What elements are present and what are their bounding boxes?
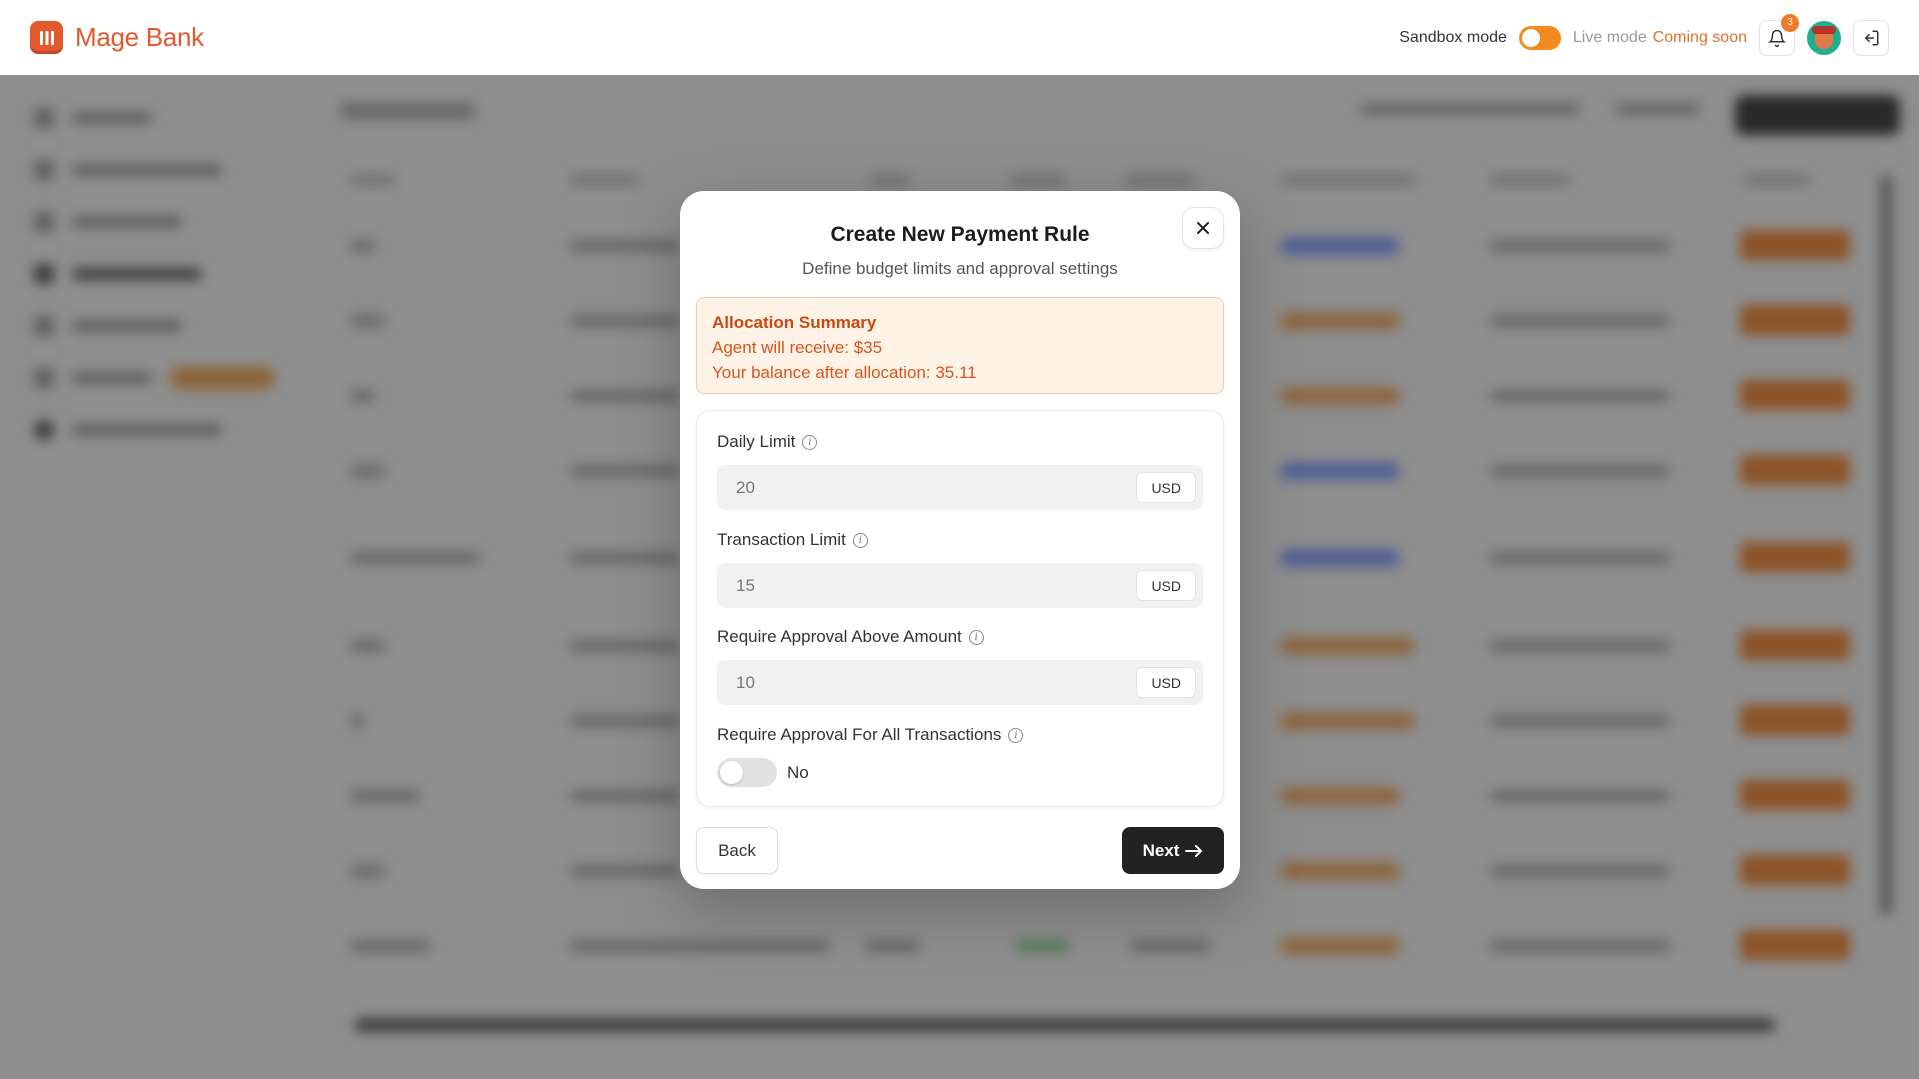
currency-unit: USD xyxy=(1136,570,1196,601)
summary-balance-after: Your balance after allocation: 35.11 xyxy=(712,363,977,382)
summary-agent-receive: Agent will receive: $35 xyxy=(712,338,883,357)
notifications-button[interactable]: 3 xyxy=(1759,13,1799,56)
live-mode-label: Live mode xyxy=(1572,28,1647,46)
mode-toggle[interactable] xyxy=(1518,25,1561,50)
top-header: Mage Bank Sandbox mode Live mode Coming … xyxy=(0,0,1919,75)
allocation-summary: Allocation Summary Agent will receive: $… xyxy=(696,297,1224,394)
dialog-title: Create New Payment Rule xyxy=(830,223,1090,246)
logout-button[interactable] xyxy=(1853,19,1889,56)
approval-all-value: No xyxy=(787,762,809,782)
transaction-limit-field: Transaction Limit i 15 USD xyxy=(717,529,1203,608)
dialog-subtitle: Define budget limits and approval settin… xyxy=(802,259,1118,278)
daily-limit-input[interactable]: 20 USD xyxy=(717,465,1203,510)
next-button[interactable]: Next xyxy=(1122,827,1224,874)
daily-limit-placeholder: 20 xyxy=(736,477,755,497)
info-icon[interactable]: i xyxy=(968,629,984,645)
approval-all-toggle[interactable] xyxy=(717,758,777,787)
info-icon[interactable]: i xyxy=(1008,727,1024,743)
limits-form: Daily Limit i 20 USD Transaction Limit i… xyxy=(696,410,1224,807)
arrow-right-icon xyxy=(1185,844,1203,857)
currency-unit: USD xyxy=(1136,667,1196,698)
transaction-limit-label: Transaction Limit xyxy=(717,530,846,549)
logout-icon xyxy=(1864,30,1879,45)
transaction-limit-input[interactable]: 15 USD xyxy=(717,563,1203,608)
approval-amount-field: Require Approval Above Amount i 10 USD xyxy=(717,626,1203,705)
approval-all-label: Require Approval For All Transactions xyxy=(717,725,1002,744)
info-icon[interactable]: i xyxy=(852,532,868,548)
approval-amount-label: Require Approval Above Amount xyxy=(717,627,962,646)
transaction-limit-placeholder: 15 xyxy=(736,575,755,595)
approval-amount-placeholder: 10 xyxy=(736,672,755,692)
logo[interactable]: Mage Bank xyxy=(30,21,204,54)
daily-limit-label: Daily Limit xyxy=(717,432,796,451)
mage-bank-logo-icon xyxy=(30,21,63,54)
header-controls: Sandbox mode Live mode Coming soon 3 xyxy=(1399,13,1889,56)
info-icon[interactable]: i xyxy=(802,434,818,450)
sandbox-mode-label: Sandbox mode xyxy=(1399,28,1507,46)
back-button[interactable]: Back xyxy=(696,827,778,874)
next-button-label: Next xyxy=(1142,840,1180,860)
avatar[interactable] xyxy=(1807,20,1841,55)
notification-badge: 3 xyxy=(1781,13,1799,32)
coming-soon-label: Coming soon xyxy=(1652,28,1747,46)
daily-limit-field: Daily Limit i 20 USD xyxy=(717,431,1203,510)
approval-amount-input[interactable]: 10 USD xyxy=(717,660,1203,705)
create-payment-rule-dialog: Create New Payment Rule Define budget li… xyxy=(680,191,1240,889)
summary-title: Allocation Summary xyxy=(712,313,877,332)
bell-icon xyxy=(1768,29,1786,47)
currency-unit: USD xyxy=(1136,472,1196,503)
approval-all-field: Require Approval For All Transactions i … xyxy=(717,724,1203,787)
app-name: Mage Bank xyxy=(75,22,204,52)
